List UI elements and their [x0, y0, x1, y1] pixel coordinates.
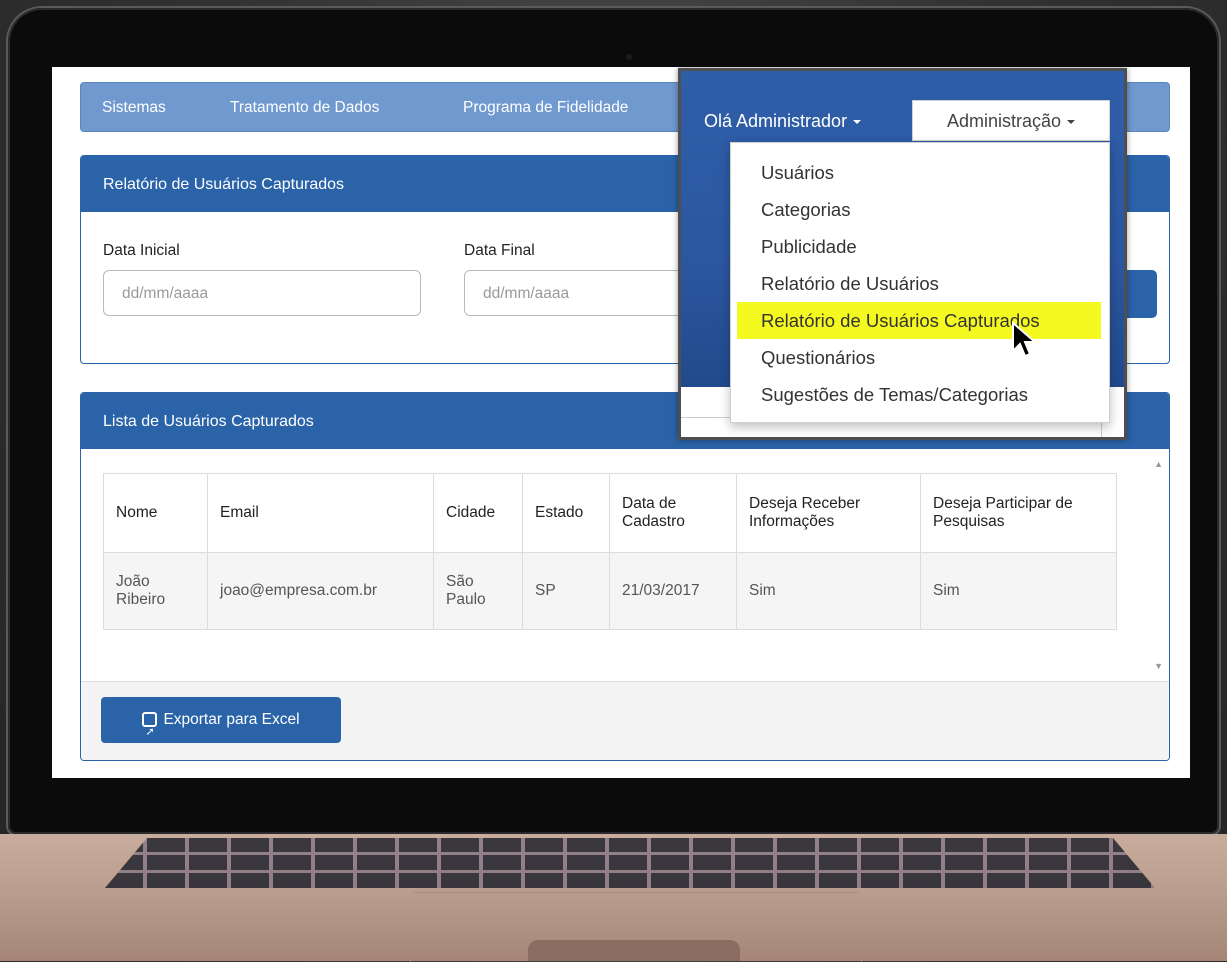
menu-item-usuarios[interactable]: Usuários — [731, 154, 1109, 191]
laptop-notch — [528, 940, 740, 961]
admin-dropdown-menu: Usuários Categorias Publicidade Relatóri… — [730, 142, 1110, 423]
col-nome: Nome — [103, 473, 208, 553]
scroll-up-arrow[interactable]: ▲ — [1154, 459, 1163, 469]
table-row[interactable]: João Ribeiro joao@empresa.com.br São Pau… — [103, 552, 1117, 630]
user-greeting-dropdown[interactable]: Olá Administrador — [704, 111, 862, 132]
mouse-pointer-icon — [1012, 321, 1038, 358]
col-participar-pesquisas: Deseja Participar de Pesquisas — [920, 473, 1117, 553]
users-table: Nome Email Cidade Estado Data de Cadastr… — [103, 473, 1117, 630]
end-date-label: Data Final — [464, 242, 535, 259]
col-email: Email — [207, 473, 434, 553]
admin-dropdown-label: Administração — [946, 111, 1062, 131]
cell-informacoes: Sim — [736, 552, 921, 630]
menu-item-publicidade[interactable]: Publicidade — [731, 228, 1109, 265]
cell-nome: João Ribeiro — [103, 552, 208, 630]
external-link-icon — [142, 709, 158, 755]
col-cidade: Cidade — [433, 473, 523, 553]
chevron-down-icon — [1067, 120, 1076, 125]
admin-dropdown-button[interactable]: Administração — [912, 100, 1110, 141]
scroll-down-arrow[interactable]: ▼ — [1154, 661, 1163, 671]
menu-item-categorias[interactable]: Categorias — [731, 191, 1109, 228]
export-excel-button[interactable]: Exportar para Excel — [101, 697, 341, 755]
cell-estado: SP — [522, 552, 610, 630]
start-date-label: Data Inicial — [103, 242, 180, 259]
cell-email: joao@empresa.com.br — [207, 552, 434, 630]
cell-data: 21/03/2017 — [609, 552, 737, 630]
nav-item-tratamento-dados[interactable]: Tratamento de Dados — [230, 99, 379, 117]
nav-item-programa-fidelidade[interactable]: Programa de Fidelidade — [463, 99, 628, 117]
cell-pesquisas: Sim — [920, 552, 1117, 630]
menu-item-sugestoes[interactable]: Sugestões de Temas/Categorias — [731, 376, 1109, 413]
menu-item-relatorio-usuarios-capturados[interactable]: Relatório de Usuários Capturados — [737, 302, 1101, 339]
nav-item-sistemas[interactable]: Sistemas — [102, 99, 166, 117]
laptop-keyboard — [105, 838, 1155, 888]
start-date-input[interactable]: dd/mm/aaaa — [103, 270, 421, 316]
menu-item-questionarios[interactable]: Questionários — [731, 339, 1109, 376]
col-receber-informacoes: Deseja Receber Informações — [736, 473, 921, 553]
col-data-cadastro: Data de Cadastro — [609, 473, 737, 553]
col-estado: Estado — [522, 473, 610, 553]
webcam — [626, 54, 632, 60]
cell-cidade: São Paulo — [433, 552, 523, 630]
chevron-down-icon — [853, 120, 862, 125]
zoomed-menu-callout: Olá Administrador Administração Usuários… — [678, 68, 1127, 440]
table-header-row: Nome Email Cidade Estado Data de Cadastr… — [103, 473, 1117, 553]
user-greeting-label: Olá Administrador — [704, 111, 848, 131]
export-label: Exportar para Excel — [163, 711, 300, 728]
menu-item-relatorio-usuarios[interactable]: Relatório de Usuários — [731, 265, 1109, 302]
list-panel: Lista de Usuários Capturados ▲ ▼ Nome Em… — [80, 392, 1170, 761]
